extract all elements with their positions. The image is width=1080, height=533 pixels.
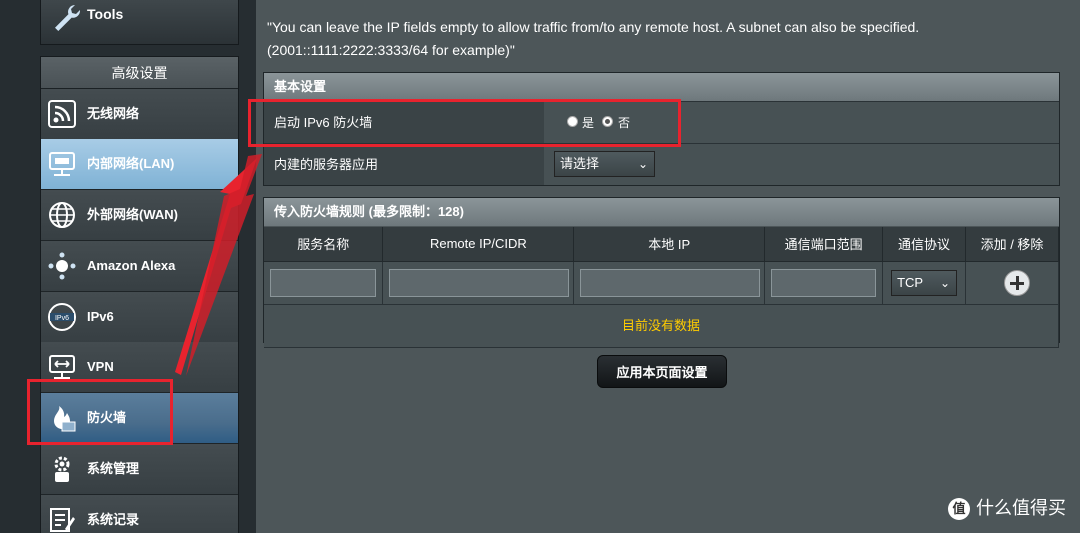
annotation-arrows — [175, 154, 262, 376]
annotation-arrow — [186, 154, 262, 376]
watermark: 值什么值得买 — [948, 494, 1066, 521]
watermark-logo: 值 — [948, 498, 970, 521]
watermark-text: 什么值得买 — [976, 498, 1066, 518]
